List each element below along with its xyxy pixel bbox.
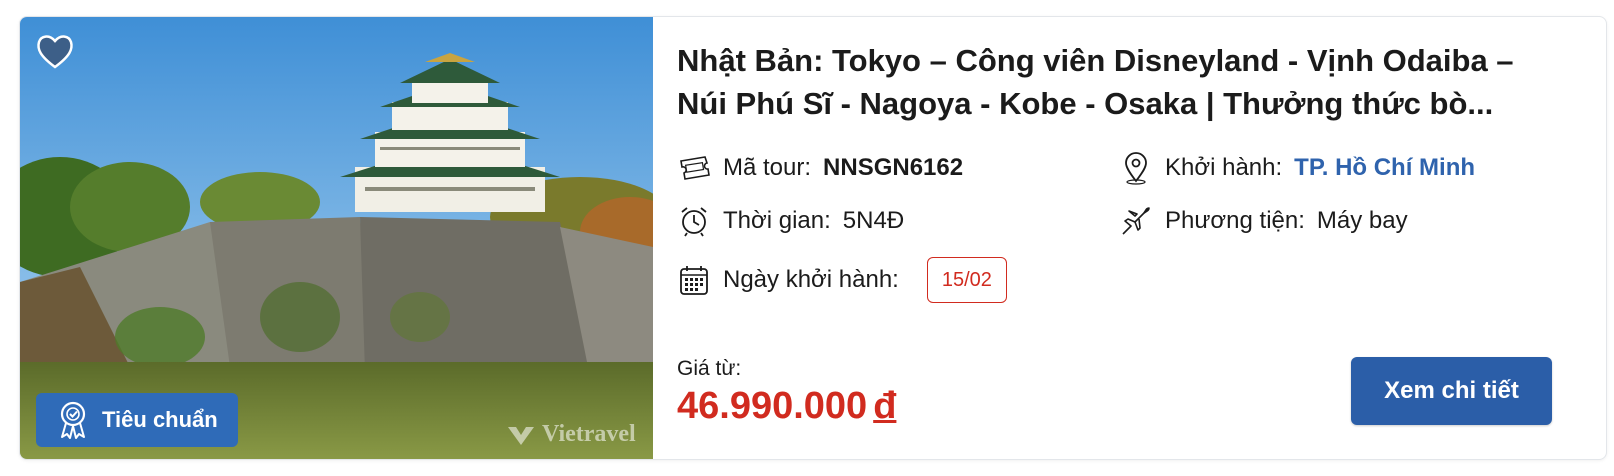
watermark-text: Vietravel [542, 421, 636, 447]
currency-symbol: đ [873, 385, 897, 427]
departure-date-chip[interactable]: 15/02 [926, 257, 1007, 303]
calendar-icon [680, 266, 708, 295]
ticket-icon [680, 156, 710, 180]
view-details-button[interactable]: Xem chi tiết [1351, 357, 1552, 425]
tour-image[interactable]: Tiêu chuẩn Vietravel [20, 17, 653, 459]
airplane-icon [1122, 207, 1150, 235]
tour-code-label: Mã tour: [723, 154, 812, 181]
price-value: 46.990.000 [677, 385, 868, 427]
transport-label: Phương tiện: [1165, 207, 1305, 234]
favorite-button[interactable] [36, 33, 74, 69]
tour-card[interactable]: Tiêu chuẩn Vietravel Nhật Bản: Tokyo – C… [19, 16, 1607, 460]
tour-title[interactable]: Nhật Bản: Tokyo – Công viên Disneyland -… [677, 39, 1557, 125]
transport-value: Máy bay [1316, 207, 1408, 234]
departure-date-label: Ngày khởi hành: [723, 266, 899, 293]
heart-icon [37, 35, 73, 69]
departure-value[interactable]: TP. Hồ Chí Minh [1294, 154, 1475, 182]
award-ribbon-icon [60, 401, 86, 439]
duration-label: Thời gian: [723, 207, 831, 234]
vietravel-logo-icon [508, 426, 534, 445]
price-label: Giá từ: [677, 357, 742, 380]
badge-label: Tiêu chuẩn [102, 407, 218, 432]
duration-row: Thời gian: 5N4Đ [677, 204, 904, 238]
price: 46.990.000 đ [677, 385, 896, 428]
tour-info: Nhật Bản: Tokyo – Công viên Disneyland -… [677, 17, 1577, 459]
duration-value: 5N4Đ [842, 207, 905, 234]
transport-row: Phương tiện: Máy bay [1119, 204, 1408, 238]
location-pin-icon [1125, 152, 1147, 185]
departure-date-row: Ngày khởi hành: 15/02 [677, 257, 1007, 303]
departure-label: Khởi hành: [1165, 154, 1283, 181]
watermark-logo: Vietravel [506, 421, 636, 448]
tour-code-row: Mã tour: NNSGN6162 [677, 151, 963, 185]
alarm-clock-icon [681, 207, 707, 237]
tour-code-value: NNSGN6162 [823, 154, 964, 181]
tour-class-badge: Tiêu chuẩn [36, 393, 238, 447]
departure-row: Khởi hành: TP. Hồ Chí Minh [1119, 151, 1475, 185]
